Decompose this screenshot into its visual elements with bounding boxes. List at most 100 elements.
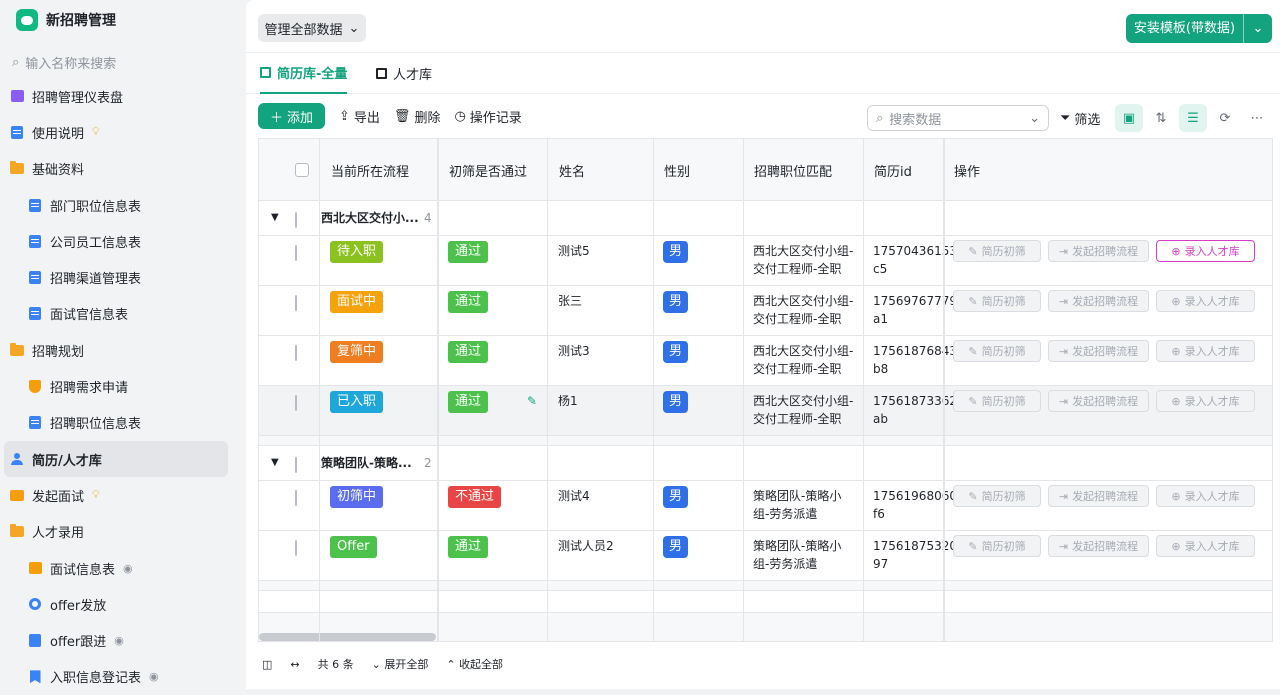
add-button[interactable]: ＋ 添加 — [258, 103, 325, 129]
enter-talent-pool-button[interactable]: ⊕ 录入人才库 — [1156, 485, 1255, 507]
table-row[interactable]: 初筛中 不通过 测试4 男策略团队-策略小 组-劳务派遣 17561968060 f6 ✎ 简历… — [259, 481, 1272, 531]
column-header[interactable]: 性别 — [664, 139, 690, 201]
chevron-down-icon[interactable]: ▼ — [271, 209, 279, 227]
sidebar-item[interactable]: 使用说明 💡︎ — [4, 114, 228, 150]
horizontal-scrollbar[interactable] — [259, 633, 436, 641]
sidebar-item[interactable]: 公司员工信息表 — [4, 223, 228, 259]
sidebar-item-label: offer发放 — [50, 598, 107, 614]
table-row[interactable]: 面试中 通过 张三男西北大区交付小组- 交付工程师-全职 17569767779 a1 ✎ 简… — [259, 286, 1272, 336]
sidebar-item[interactable]: 招聘需求申请 — [4, 368, 228, 404]
table-row[interactable]: Offer 通过 测试人员2 男策略团队-策略小 组-劳务派遣 17561875320 97… — [259, 531, 1272, 581]
export-button[interactable]: ⇪ 导出 — [339, 107, 380, 126]
enter-talent-pool-button[interactable]: ⊕ 录入人才库 — [1156, 290, 1255, 312]
column-header[interactable]: 操作 — [954, 139, 980, 201]
position-line: 交付工程师-全职 — [753, 412, 842, 426]
chevron-down-icon[interactable]: ⌄ — [1244, 21, 1272, 36]
sidebar-item-label: 入职信息登记表 — [50, 671, 142, 687]
scope-dropdown[interactable]: 管理全部数据 ⌄ — [258, 14, 366, 42]
install-template-button[interactable]: 安装模板(带数据) ⌄ — [1126, 14, 1272, 43]
sort-icon[interactable]: ⇅ — [1147, 104, 1175, 132]
panel-toggle-icon[interactable]: ◫ — [262, 658, 272, 671]
sidebar-item[interactable]: offer发放 — [4, 586, 228, 622]
chevron-down-icon[interactable]: ▼ — [271, 454, 279, 472]
history-button[interactable]: ◷ 操作记录 — [454, 107, 521, 126]
screen-resume-label: 简历初筛 — [981, 395, 1026, 408]
collapse-all-button[interactable]: ⌃ 收起全部 — [446, 656, 503, 672]
group-header-row[interactable]: ▼ 策略团队-策略... 2 — [259, 446, 1272, 481]
group-icon[interactable]: ☰ — [1179, 104, 1207, 132]
sidebar-item[interactable]: 发起面试 💡︎ — [4, 477, 228, 513]
expand-all-button[interactable]: ⌄ 展开全部 — [372, 656, 429, 672]
sidebar-item[interactable]: 基础资料 — [4, 151, 228, 187]
row-checkbox[interactable] — [295, 394, 297, 412]
screen-resume-button[interactable]: ✎ 简历初筛 — [953, 290, 1041, 312]
gender-tag: 男 — [663, 486, 688, 508]
row-checkbox[interactable] — [295, 294, 297, 312]
table-row[interactable]: 待入职 通过 测试5 男西北大区交付小组- 交付工程师-全职 17570436153 c5 ✎… — [259, 236, 1272, 286]
row-checkbox[interactable] — [295, 539, 297, 557]
enter-talent-pool-button[interactable]: ⊕ 录入人才库 — [1156, 535, 1255, 557]
candidate-name: 杨1 — [558, 394, 578, 408]
sidebar-item[interactable]: 招聘职位信息表 — [4, 405, 228, 441]
group-checkbox[interactable] — [295, 211, 297, 229]
sidebar-item-label: offer跟进 — [50, 635, 107, 651]
group-count: 2 — [424, 456, 432, 470]
sidebar-item[interactable]: 面试官信息表 — [4, 296, 228, 332]
position-line: 策略团队-策略小 — [753, 539, 842, 553]
plus-circle-icon: ⊕ — [1171, 344, 1181, 358]
sidebar-item[interactable]: 招聘渠道管理表 — [4, 259, 228, 295]
table-row[interactable]: 复筛中 通过 测试3 男西北大区交付小组- 交付工程师-全职 17561876843 b8 ✎… — [259, 336, 1272, 386]
sidebar-item-label: 招聘规划 — [32, 344, 85, 360]
more-icon[interactable]: ⋯ — [1243, 104, 1271, 132]
group-checkbox[interactable] — [295, 456, 297, 474]
screen-resume-button[interactable]: ✎ 简历初筛 — [953, 485, 1041, 507]
start-recruit-flow-button[interactable]: ⇥ 发起招聘流程 — [1048, 340, 1149, 362]
view-style-icon[interactable]: ▣ — [1115, 104, 1143, 132]
enter-talent-pool-button[interactable]: ⊕ 录入人才库 — [1156, 240, 1255, 262]
table-row[interactable]: 已入职 通过 ✎ 杨1 男西北大区交付小组- 交付工程师-全职 17561873362 ab ✎… — [259, 386, 1272, 436]
refresh-icon[interactable]: ⟳ — [1211, 104, 1239, 132]
filter-button[interactable]: ⏷ 筛选 — [1060, 109, 1100, 128]
tab-talent-pool[interactable]: 人才库 — [376, 53, 432, 94]
row-checkbox[interactable] — [295, 489, 297, 507]
sidebar-item[interactable]: 入职信息登记表 ◉ — [4, 659, 228, 695]
sidebar-item-label: 发起面试 — [32, 489, 85, 505]
start-recruit-flow-button[interactable]: ⇥ 发起招聘流程 — [1048, 290, 1149, 312]
start-recruit-flow-button[interactable]: ⇥ 发起招聘流程 — [1048, 535, 1149, 557]
chevron-down-icon[interactable]: ⌄ — [1029, 111, 1040, 126]
start-recruit-flow-button[interactable]: ⇥ 发起招聘流程 — [1048, 240, 1149, 262]
column-header[interactable]: 姓名 — [559, 139, 585, 201]
row-checkbox[interactable] — [295, 244, 297, 262]
column-header[interactable]: 当前所在流程 — [331, 139, 409, 201]
screen-resume-button[interactable]: ✎ 简历初筛 — [953, 390, 1041, 412]
screen-resume-button[interactable]: ✎ 简历初筛 — [953, 535, 1041, 557]
column-header[interactable]: 初筛是否通过 — [449, 139, 527, 201]
column-header[interactable]: 招聘职位匹配 — [754, 139, 832, 201]
edit-pencil-icon[interactable]: ✎ — [527, 392, 537, 410]
group-header-row[interactable]: ▼ 西北大区交付小... 4 — [259, 201, 1272, 236]
start-recruit-flow-button[interactable]: ⇥ 发起招聘流程 — [1048, 485, 1149, 507]
sidebar-item[interactable]: 招聘管理仪表盘 — [4, 78, 228, 114]
sidebar-item[interactable]: 面试信息表 ◉ — [4, 550, 228, 586]
position-line: 组-劳务派遣 — [753, 557, 818, 571]
sidebar-search-input[interactable]: ⌕ 输入名称来搜索 — [12, 52, 116, 72]
enter-talent-pool-button[interactable]: ⊕ 录入人才库 — [1156, 390, 1255, 412]
start-recruit-flow-button[interactable]: ⇥ 发起招聘流程 — [1048, 390, 1149, 412]
column-header[interactable]: 简历id — [874, 139, 912, 201]
column-width-icon[interactable]: ↔ — [290, 658, 299, 671]
data-search-input[interactable]: ⌕ 搜索数据 ⌄ — [867, 105, 1049, 131]
sidebar-item[interactable]: 部门职位信息表 — [4, 187, 228, 223]
search-icon: ⌕ — [12, 54, 20, 70]
export-icon: ⇥ — [1058, 539, 1069, 553]
select-all-checkbox[interactable] — [295, 139, 309, 201]
sidebar-item[interactable]: offer跟进 ◉ — [4, 622, 228, 658]
sidebar-item[interactable]: 简历/人才库 — [4, 440, 228, 478]
tab-resume-library[interactable]: 简历库-全量 — [260, 53, 348, 94]
screen-resume-button[interactable]: ✎ 简历初筛 — [953, 340, 1041, 362]
enter-talent-pool-button[interactable]: ⊕ 录入人才库 — [1156, 340, 1255, 362]
sidebar-item[interactable]: 人才录用 — [4, 514, 228, 550]
sidebar-item[interactable]: 招聘规划 — [4, 332, 228, 368]
screen-resume-button[interactable]: ✎ 简历初筛 — [953, 240, 1041, 262]
delete-button[interactable]: 🗑︎ 删除 — [394, 107, 441, 126]
row-checkbox[interactable] — [295, 344, 297, 362]
